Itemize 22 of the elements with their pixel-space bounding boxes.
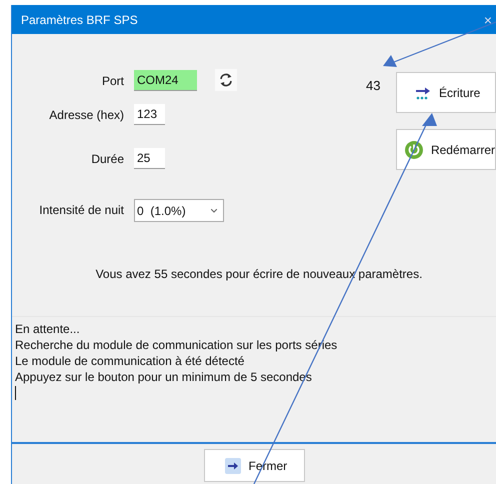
counter-text: 43: [365, 77, 382, 93]
write-button[interactable]: Écriture: [396, 72, 496, 113]
field-label: Port: [100, 73, 124, 88]
restart-button[interactable]: Redémarrer: [396, 129, 496, 170]
refresh-icon: [219, 72, 233, 88]
arrow-right-icon: [224, 458, 240, 474]
input-field[interactable]: 123: [134, 104, 165, 125]
log-line: Le module de communication à été détecté: [15, 353, 246, 369]
window-title: Paramètres BRF SPS: [21, 12, 138, 26]
field-label: Durée: [90, 151, 124, 166]
caret-icon: [211, 208, 217, 212]
port-field[interactable]: COM24: [134, 70, 197, 91]
power-icon: [405, 140, 423, 158]
log-line: En attente...: [15, 321, 81, 337]
field-label: Adresse (hex): [48, 107, 124, 122]
arrow-dots-icon: [415, 86, 431, 100]
input-field[interactable]: 25: [134, 148, 165, 169]
field-label: Intensité de nuit: [38, 202, 124, 217]
refresh-button[interactable]: [215, 69, 237, 91]
status-message: Vous avez 55 secondes pour écrire de nouveaux paramètres.: [96, 267, 422, 281]
dropdown[interactable]: 0 (1.0%): [134, 199, 224, 222]
text-cursor: [15, 386, 16, 400]
